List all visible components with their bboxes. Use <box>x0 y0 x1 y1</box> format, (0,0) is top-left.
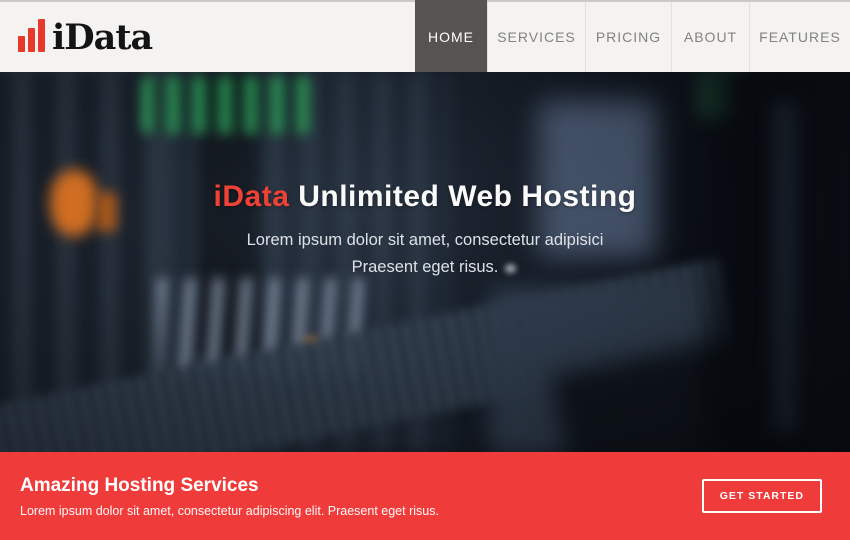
hero-subtitle: Lorem ipsum dolor sit amet, consectetur … <box>0 227 850 281</box>
hero-title-brand: iData <box>214 180 290 213</box>
hero-section: iData Unlimited Web Hosting Lorem ipsum … <box>0 72 850 452</box>
logo-text: iData <box>52 20 152 55</box>
nav-item-services[interactable]: SERVICES <box>487 2 585 72</box>
bar-chart-icon <box>18 19 45 52</box>
cta-description: Lorem ipsum dolor sit amet, consectetur … <box>20 504 439 518</box>
nav-item-features[interactable]: FEATURES <box>749 2 850 72</box>
hero-text-block: iData Unlimited Web Hosting Lorem ipsum … <box>0 180 850 281</box>
cta-band: Amazing Hosting Services Lorem ipsum dol… <box>0 452 850 540</box>
cta-text-block: Amazing Hosting Services Lorem ipsum dol… <box>20 475 439 518</box>
get-started-button[interactable]: GET STARTED <box>702 479 822 513</box>
logo[interactable]: iData <box>18 19 152 55</box>
main-nav: HOME SERVICES PRICING ABOUT FEATURES <box>415 2 850 72</box>
page: iData HOME SERVICES PRICING ABOUT FEATUR… <box>0 0 850 540</box>
hero-subtitle-line1: Lorem ipsum dolor sit amet, consectetur … <box>247 231 604 249</box>
nav-item-pricing[interactable]: PRICING <box>585 2 671 72</box>
cta-heading: Amazing Hosting Services <box>20 475 439 497</box>
nav-item-about[interactable]: ABOUT <box>671 2 749 72</box>
header: iData HOME SERVICES PRICING ABOUT FEATUR… <box>0 0 850 72</box>
hero-subtitle-line2: Praesent eget risus. <box>352 258 499 276</box>
hero-title-rest: Unlimited Web Hosting <box>289 180 636 213</box>
hero-title: iData Unlimited Web Hosting <box>0 180 850 214</box>
nav-item-home[interactable]: HOME <box>415 0 487 72</box>
